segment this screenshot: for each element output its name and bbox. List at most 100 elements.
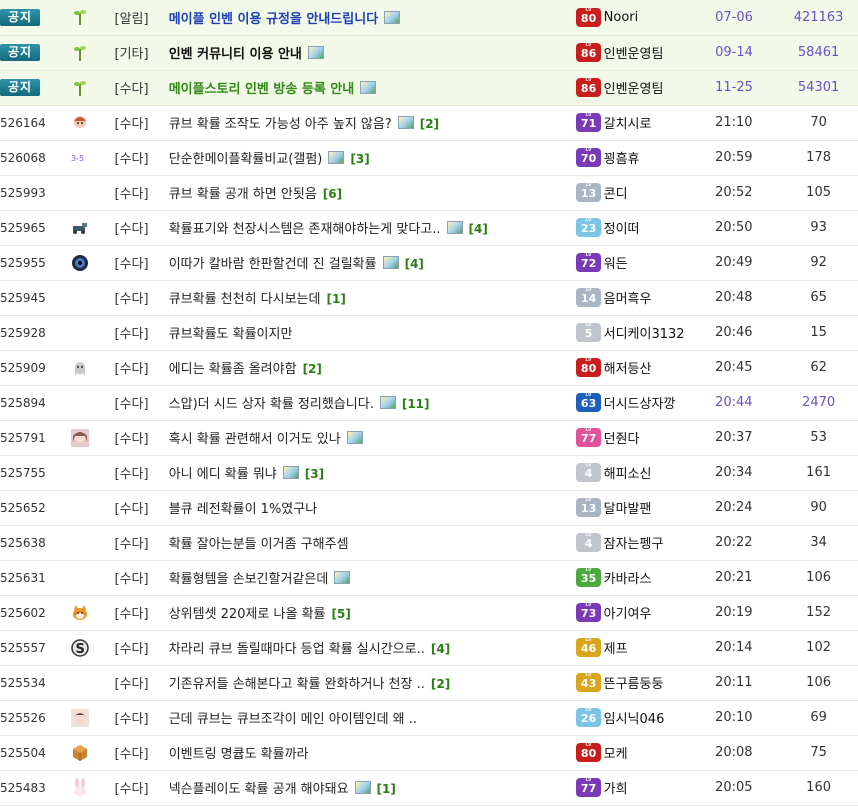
author-nickname[interactable]: 인벤운영팀 <box>604 47 664 62</box>
post-title-link[interactable]: 이벤트링 명큡도 확률까라 <box>169 747 309 762</box>
table-row[interactable]: 525557 S [수다] 차라리 큐브 돌릴때마다 등업 확률 실시간으로.. [4]… <box>0 630 858 666</box>
table-row[interactable]: 525638 [수다] 확률 잘아는분들 이거좀 구해주셈 4잠자는펭구 20:2234… <box>0 525 858 561</box>
author-nickname[interactable]: 해저등산 <box>604 362 652 377</box>
notice-row[interactable]: 공지 [수다] 메이플스토리 인벤 방송 등록 안내 86인벤운영팀 11-255430… <box>0 70 858 106</box>
comment-count[interactable]: [6] <box>323 187 342 201</box>
category-label[interactable]: [수다] <box>102 490 161 526</box>
category-label[interactable]: [기타] <box>102 35 161 71</box>
author-nickname[interactable]: 가희 <box>604 782 628 797</box>
comment-count[interactable]: [3] <box>350 152 369 166</box>
table-row[interactable]: 525755[수다]아니 에디 확률 뭐냐[3]4해피소신20:341610 <box>0 455 858 491</box>
author-nickname[interactable]: 던줜다 <box>604 432 640 447</box>
table-row[interactable]: 525928[수다]큐브확률도 확률이지만5서디케이313220:46150 <box>0 315 858 351</box>
author-nickname[interactable]: 갈치시로 <box>604 117 652 132</box>
author-nickname[interactable]: 음머흑우 <box>604 292 652 307</box>
table-row[interactable]: 525993 [수다] 큐브 확률 공개 하면 안됫음 [6] 13콘디 20:52105… <box>0 175 858 211</box>
comment-count[interactable]: [4] <box>469 222 488 236</box>
author-nickname[interactable]: 모케 <box>604 747 628 762</box>
category-label[interactable]: [수다] <box>102 175 161 211</box>
comment-count[interactable]: [1] <box>326 292 345 306</box>
post-title-link[interactable]: 확률 잘아는분들 이거좀 구해주셈 <box>169 537 349 552</box>
category-label[interactable]: [수다] <box>102 210 161 246</box>
post-title-link[interactable]: 메이플스토리 인벤 방송 등록 안내 <box>169 82 355 97</box>
table-row[interactable]: 525483 [수다] 넥슨플레이도 확률 공개 해야돼요 [1] 77가희 20:051… <box>0 770 858 806</box>
post-title-link[interactable]: 근데 큐브는 큐브조각이 메인 아이템인데 왜 .. <box>169 712 417 727</box>
author-nickname[interactable]: Noori <box>604 10 639 25</box>
table-row[interactable]: 525955 [수다] 이따가 칼바람 한판할건데 진 걸릴확률 [4] 72워든 20:… <box>0 245 858 281</box>
comment-count[interactable]: [5] <box>332 607 351 621</box>
category-label[interactable]: [수다] <box>102 105 161 141</box>
author-nickname[interactable]: 더시드상자깡 <box>604 397 676 412</box>
post-title-link[interactable]: 큐브확률도 확률이지만 <box>169 327 293 342</box>
author-nickname[interactable]: 꾕흠휴 <box>604 152 640 167</box>
post-title-link[interactable]: 메이플 인벤 이용 규정을 안내드립니다 <box>169 12 378 27</box>
category-label[interactable]: [수다] <box>102 665 161 701</box>
post-title-link[interactable]: 큐브 확률 공개 하면 안됫음 <box>169 187 317 202</box>
category-label[interactable]: [수다] <box>102 455 161 491</box>
category-label[interactable]: [수다] <box>102 700 161 736</box>
table-row[interactable]: 526068 3-5 [수다] 단순한메이플확률비교(갤펌) [3] 70꾕흠휴 20:59… <box>0 140 858 176</box>
post-title-link[interactable]: 기존유저들 손해본다고 확률 완화하거나 천장 .. <box>169 677 425 692</box>
author-nickname[interactable]: 콘디 <box>604 187 628 202</box>
table-row[interactable]: 525909[수다]에디는 확률좀 올려야함[2]80해저등산20:45620 <box>0 350 858 386</box>
author-nickname[interactable]: 아기여우 <box>604 607 652 622</box>
post-title-link[interactable]: 확률형템을 손보긴할거같은데 <box>169 572 329 587</box>
category-label[interactable]: [수다] <box>102 770 161 806</box>
author-nickname[interactable]: 제프 <box>604 642 628 657</box>
category-label[interactable]: [알림] <box>102 0 161 36</box>
category-label[interactable]: [수다] <box>102 630 161 666</box>
table-row[interactable]: 525534 [수다] 기존유저들 손해본다고 확률 완화하거나 천장 .. [2] 4… <box>0 665 858 701</box>
author-nickname[interactable]: 잠자는펭구 <box>604 537 664 552</box>
post-title-link[interactable]: 이따가 칼바람 한판할건데 진 걸릴확률 <box>169 257 377 272</box>
comment-count[interactable]: [11] <box>402 397 430 411</box>
notice-row[interactable]: 공지[기타]인벤 커뮤니티 이용 안내86인벤운영팀09-145846111 <box>0 35 858 71</box>
author-nickname[interactable]: 해피소신 <box>604 467 652 482</box>
category-label[interactable]: [수다] <box>102 560 161 596</box>
author-nickname[interactable]: 임시닉046 <box>604 712 665 727</box>
author-nickname[interactable]: 카바라스 <box>604 572 652 587</box>
author-nickname[interactable]: 서디케이3132 <box>604 327 685 342</box>
post-title-link[interactable]: 확률표기와 천장시스템은 존재해야하는게 맞다고.. <box>169 222 441 237</box>
table-row[interactable]: 525652[수다]블큐 레전확률이 1%였구나13달마발팬20:24900 <box>0 490 858 526</box>
post-title-link[interactable]: 에디는 확률좀 올려야함 <box>169 362 297 377</box>
post-title-link[interactable]: 큐브확률 천천히 다시보는데 <box>169 292 321 307</box>
author-nickname[interactable]: 달마발팬 <box>604 502 652 517</box>
comment-count[interactable]: [4] <box>431 642 450 656</box>
post-title-link[interactable]: 큐브 확률 조작도 가능성 아주 높지 않음? <box>169 117 392 132</box>
author-nickname[interactable]: 정이떠 <box>604 222 640 237</box>
table-row[interactable]: 525791[수다]혹시 확률 관련해서 이거도 있나77던줜다20:37530 <box>0 420 858 456</box>
table-row[interactable]: 525631[수다]확률형템을 손보긴할거같은데35카바라스20:211060 <box>0 560 858 596</box>
table-row[interactable]: 525504[수다]이벤트링 명큡도 확률까라80모케20:08750 <box>0 735 858 771</box>
comment-count[interactable]: [3] <box>305 467 324 481</box>
author-nickname[interactable]: 뜬구름둥둥 <box>604 677 664 692</box>
table-row[interactable]: 526164 [수다] 큐브 확률 조작도 가능성 아주 높지 않음? [2] 71갈치… <box>0 105 858 141</box>
category-label[interactable]: [수다] <box>102 420 161 456</box>
category-label[interactable]: [수다] <box>102 385 161 421</box>
notice-row[interactable]: 공지 [알림] 메이플 인벤 이용 규정을 안내드립니다 80Noori 07-0642… <box>0 0 858 36</box>
table-row[interactable]: 525602 [수다] 상위템셋 220제로 나올 확률 [5] 73아기여우 20:19… <box>0 595 858 631</box>
post-title-link[interactable]: 차라리 큐브 돌릴때마다 등업 확률 실시간으로.. <box>169 642 425 657</box>
category-label[interactable]: [수다] <box>102 315 161 351</box>
category-label[interactable]: [수다] <box>102 735 161 771</box>
comment-count[interactable]: [1] <box>377 782 396 796</box>
category-label[interactable]: [수다] <box>102 70 161 106</box>
comment-count[interactable]: [2] <box>431 677 450 691</box>
category-label[interactable]: [수다] <box>102 245 161 281</box>
author-nickname[interactable]: 인벤운영팀 <box>604 82 664 97</box>
comment-count[interactable]: [4] <box>405 257 424 271</box>
table-row[interactable]: 525965 [수다] 확률표기와 천장시스템은 존재해야하는게 맞다고.. [4] 2… <box>0 210 858 246</box>
post-title-link[interactable]: 상위템셋 220제로 나올 확률 <box>169 607 326 622</box>
category-label[interactable]: [수다] <box>102 280 161 316</box>
post-title-link[interactable]: 아니 에디 확률 뭐냐 <box>169 467 277 482</box>
table-row[interactable]: 525945 [수다] 큐브확률 천천히 다시보는데 [1] 14음머흑우 20:4865… <box>0 280 858 316</box>
post-title-link[interactable]: 스압)더 시드 상자 확률 정리했습니다. <box>169 397 374 412</box>
post-title-link[interactable]: 인벤 커뮤니티 이용 안내 <box>169 47 302 62</box>
comment-count[interactable]: [2] <box>420 117 439 131</box>
comment-count[interactable]: [2] <box>303 362 322 376</box>
table-row[interactable]: 525894 [수다] 스압)더 시드 상자 확률 정리했습니다. [11] 63더시드… <box>0 385 858 421</box>
post-title-link[interactable]: 혹시 확률 관련해서 이거도 있나 <box>169 432 341 447</box>
author-nickname[interactable]: 워든 <box>604 257 628 272</box>
post-title-link[interactable]: 단순한메이플확률비교(갤펌) <box>169 152 323 167</box>
category-label[interactable]: [수다] <box>102 525 161 561</box>
category-label[interactable]: [수다] <box>102 140 161 176</box>
